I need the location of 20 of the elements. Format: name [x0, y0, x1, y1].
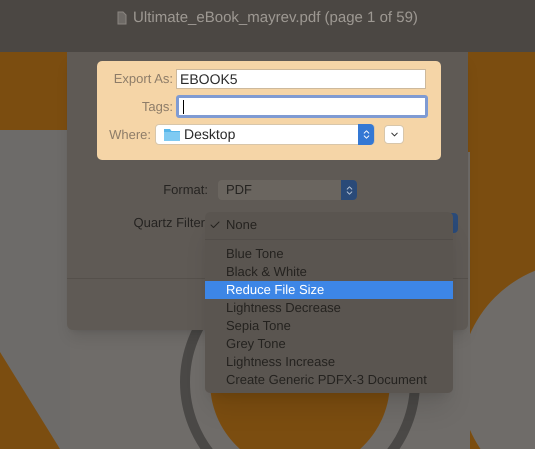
where-popup[interactable]: Desktop: [155, 124, 375, 145]
tags-field[interactable]: [176, 95, 428, 118]
quartz-filter-label: Quartz Filter: [132, 214, 205, 232]
expand-button[interactable]: [384, 125, 404, 144]
export-as-field[interactable]: EBOOK5: [176, 69, 426, 89]
menu-item[interactable]: Reduce File Size: [205, 281, 453, 299]
tags-label: Tags:: [140, 98, 173, 116]
window-title: Ultimate_eBook_mayrev.pdf (page 1 of 59): [133, 8, 418, 28]
stepper-icon: [341, 180, 357, 200]
text-cursor: [183, 100, 184, 114]
where-label: Where:: [108, 126, 151, 144]
stepper-icon: [358, 124, 374, 145]
where-value: Desktop: [184, 125, 236, 144]
format-value: PDF: [226, 181, 253, 200]
folder-icon: [164, 128, 180, 141]
format-popup[interactable]: PDF: [218, 180, 357, 200]
check-icon: [209, 219, 221, 231]
format-label: Format:: [162, 181, 208, 200]
document-icon: [117, 11, 128, 25]
export-as-label: Export As:: [112, 70, 173, 88]
